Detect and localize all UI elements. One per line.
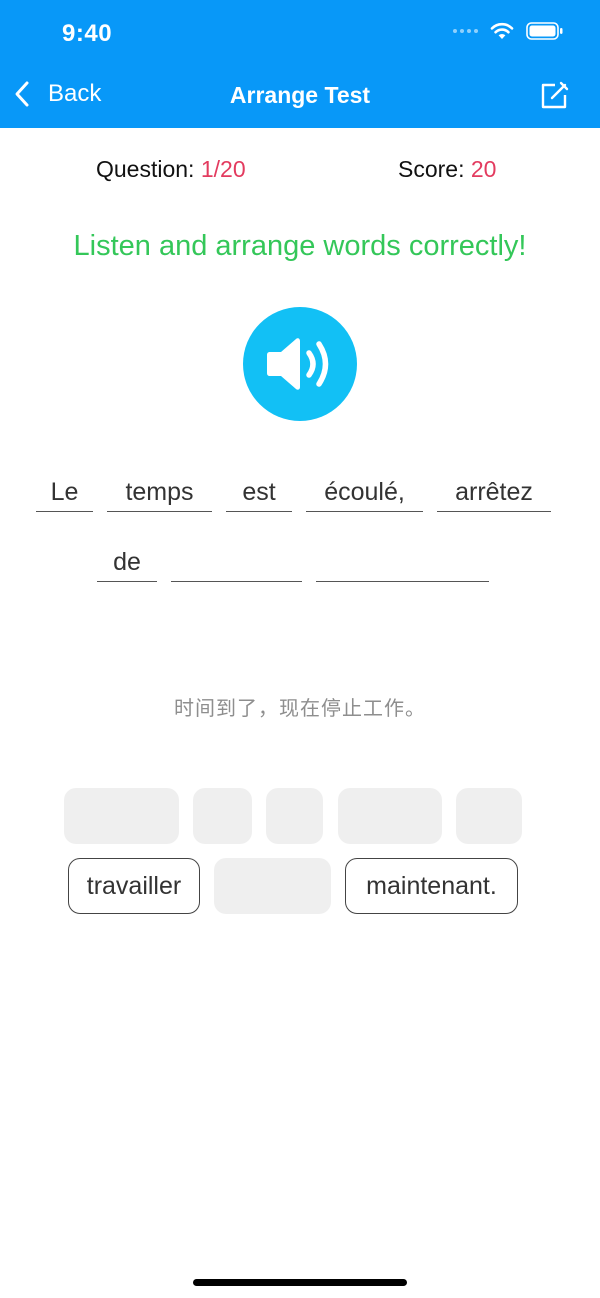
answer-slot[interactable]: de: [97, 546, 157, 582]
answer-slot[interactable]: écoulé,: [306, 476, 423, 512]
compose-icon: [541, 81, 569, 109]
page-title: Arrange Test: [229, 82, 371, 108]
answer-slot[interactable]: arrêtez: [437, 476, 551, 512]
answer-slot[interactable]: Le: [36, 476, 93, 512]
answer-slot[interactable]: [171, 546, 302, 582]
word-bank-empty-slot: [338, 788, 442, 844]
cellular-signal-icon: [453, 29, 478, 33]
question-value: 1/20: [200, 156, 246, 182]
navigation-bar: 9:40 Back Arrange Test: [0, 0, 600, 128]
word-bank-empty-slot: [193, 788, 252, 844]
edit-button[interactable]: [538, 80, 570, 117]
question-label: Question:: [96, 156, 201, 182]
word-bank-empty-slot: [456, 788, 522, 844]
score-value: 20: [470, 156, 497, 182]
score-counter: Score: 20: [398, 156, 496, 183]
answer-slot[interactable]: est: [226, 476, 292, 512]
answer-slot[interactable]: temps: [107, 476, 212, 512]
word-bank-empty-slot: [214, 858, 331, 914]
question-counter: Question: 1/20: [96, 156, 246, 183]
answer-slot[interactable]: [316, 546, 489, 582]
battery-icon: [526, 22, 563, 40]
word-bank-empty-slot: [266, 788, 323, 844]
word-chip[interactable]: travailler: [68, 858, 200, 914]
status-icons: [453, 22, 564, 40]
home-indicator: [193, 1279, 407, 1286]
play-audio-button[interactable]: [243, 307, 357, 421]
status-time: 9:40: [62, 20, 113, 47]
wifi-icon: [490, 22, 514, 39]
instruction-text: Listen and arrange words correctly!: [73, 230, 527, 262]
word-bank-empty-slot: [64, 788, 179, 844]
translation-text: 时间到了，现在停止工作。: [174, 698, 426, 720]
word-chip[interactable]: maintenant.: [345, 858, 518, 914]
speaker-icon: [267, 338, 329, 390]
score-label: Score:: [398, 156, 471, 182]
